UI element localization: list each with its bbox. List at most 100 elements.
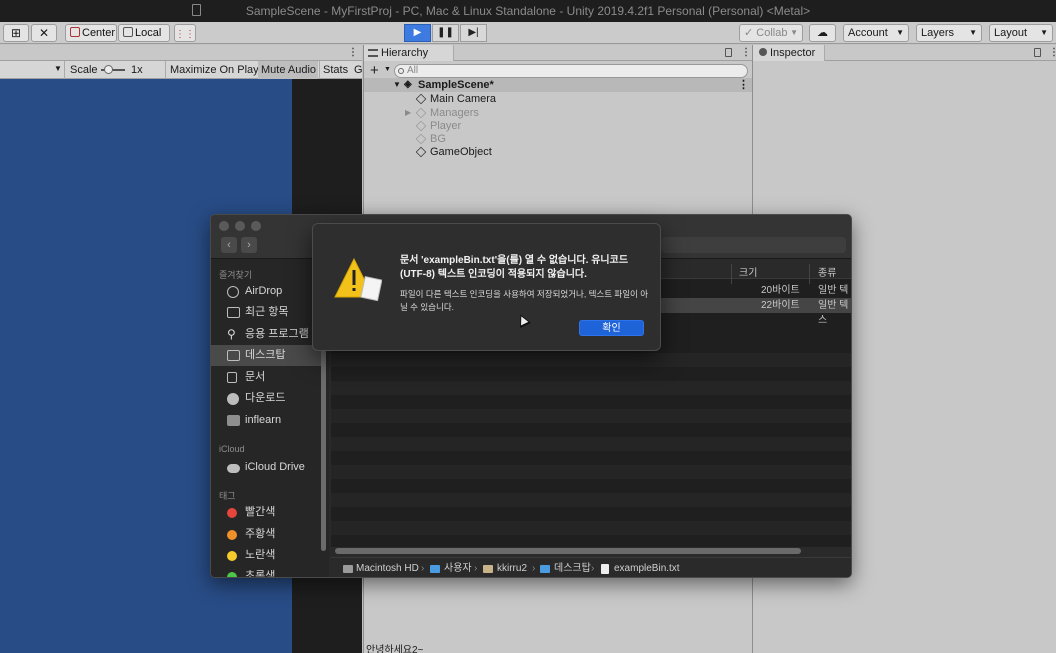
scale-value: 1x <box>131 64 143 76</box>
game-view-tabbar: ⋮ <box>0 45 362 61</box>
window-title-bar: SampleScene - MyFirstProj - PC, Mac & Li… <box>0 0 1056 22</box>
sidebar-item-documents[interactable]: 문서 <box>211 367 323 388</box>
account-dropdown[interactable]: Account ▼ <box>843 24 909 42</box>
sidebar-section-icloud: iCloud <box>219 444 245 454</box>
row-stripe <box>331 381 851 395</box>
sidebar-item-desktop[interactable]: 데스크탑 <box>211 345 323 366</box>
chevron-down-icon[interactable]: ▼ <box>384 66 391 73</box>
divider <box>64 61 65 79</box>
layers-dropdown[interactable]: Layers ▼ <box>916 24 982 42</box>
minimize-window-icon[interactable] <box>235 221 245 231</box>
sidebar-item-tag-red[interactable]: 빨간색 <box>211 502 323 523</box>
warning-icon <box>334 257 382 301</box>
path-segment[interactable]: 데스크탑 <box>554 558 591 577</box>
horizontal-scrollbar[interactable] <box>335 548 801 554</box>
info-icon <box>759 48 767 56</box>
chevron-down-icon: ▼ <box>1040 28 1048 37</box>
hierarchy-item[interactable]: GameObject <box>364 145 753 159</box>
document-icon <box>227 372 237 383</box>
file-icon <box>601 564 609 574</box>
close-window-icon[interactable] <box>219 221 229 231</box>
hierarchy-item[interactable]: BG <box>364 132 753 146</box>
pivot-center-button[interactable]: Center <box>65 24 117 42</box>
gameobject-icon <box>415 120 427 132</box>
row-stripe <box>331 353 851 367</box>
home-icon <box>483 565 493 573</box>
expand-arrow-icon[interactable]: ▼ <box>393 78 401 92</box>
chevron-right-icon: › <box>247 239 251 251</box>
mute-audio-toggle[interactable]: Mute Audio <box>261 64 316 76</box>
error-alert-dialog: 문서 'exampleBin.txt'을(를) 열 수 없습니다. 유니코드(U… <box>312 223 661 351</box>
chevron-right-icon: › <box>474 563 478 574</box>
stats-toggle[interactable]: Stats <box>323 64 348 76</box>
finder-search-input[interactable] <box>661 237 846 253</box>
path-segment[interactable]: Macintosh HD <box>356 558 419 577</box>
path-segment[interactable]: 사용자 <box>444 558 472 577</box>
custom-tool-button[interactable]: ✕ <box>31 24 57 42</box>
hierarchy-item[interactable]: ▶ Managers <box>364 106 753 120</box>
scene-row[interactable]: ▼ ◈ SampleScene* ⋮ <box>364 78 753 92</box>
sidebar-scrollbar[interactable] <box>321 319 326 551</box>
cloud-icon: ☁ <box>817 27 828 39</box>
maximize-on-play-toggle[interactable]: Maximize On Play <box>170 64 259 76</box>
more-options-icon[interactable]: ⋮ <box>1049 47 1056 58</box>
hierarchy-item[interactable]: Player <box>364 119 753 133</box>
applications-icon: ⚲ <box>227 327 236 341</box>
divider <box>319 61 320 79</box>
layout-dropdown[interactable]: Layout ▼ <box>989 24 1053 42</box>
folder-icon <box>227 415 240 426</box>
more-options-icon[interactable]: ⋮ <box>348 47 358 58</box>
chevron-right-icon: › <box>421 563 425 574</box>
row-stripe <box>331 521 851 535</box>
sidebar-item-icloud-drive[interactable]: iCloud Drive <box>211 457 323 478</box>
tag-dot-icon <box>227 572 237 577</box>
grid-snap-button[interactable]: ⋮⋮ <box>174 24 196 42</box>
sidebar-item-airdrop[interactable]: AirDrop <box>211 281 323 302</box>
sidebar-item-inflearn[interactable]: inflearn <box>211 410 323 431</box>
alert-message: 파일이 다른 텍스트 인코딩을 사용하여 저장되었거나, 텍스트 파일이 아닐 … <box>400 289 649 312</box>
scale-slider-knob[interactable] <box>104 65 113 74</box>
play-button[interactable]: ▶ <box>404 24 431 42</box>
hierarchy-item[interactable]: Main Camera <box>364 92 753 106</box>
tag-dot-icon <box>227 530 237 540</box>
cloud-icon <box>227 464 240 473</box>
ok-button[interactable]: 확인 <box>579 320 644 336</box>
scene-options-icon[interactable]: ⋮ <box>738 78 749 92</box>
pivot-local-button[interactable]: Local <box>118 24 170 42</box>
sidebar-item-recents[interactable]: 최근 항목 <box>211 302 323 323</box>
column-size[interactable]: 크기 <box>739 264 757 279</box>
sidebar-item-applications[interactable]: ⚲ 응용 프로그램 <box>211 324 323 345</box>
lock-icon[interactable] <box>1034 48 1041 57</box>
folder-icon <box>430 565 440 573</box>
tab-hierarchy[interactable]: Hierarchy <box>364 45 454 61</box>
lock-icon[interactable] <box>725 48 732 57</box>
column-kind[interactable]: 종류 <box>818 264 836 279</box>
hierarchy-search-input[interactable]: All <box>394 64 748 78</box>
pause-icon: ❚❚ <box>437 27 454 38</box>
path-segment[interactable]: exampleBin.txt <box>614 558 680 577</box>
expand-arrow-icon[interactable]: ▶ <box>405 106 411 120</box>
step-button[interactable]: ▶| <box>460 24 487 42</box>
row-stripe <box>331 465 851 479</box>
sidebar-item-tag-green[interactable]: 초록색 <box>211 566 323 577</box>
local-icon <box>123 27 133 37</box>
gizmos-toggle[interactable]: G <box>354 64 363 76</box>
collab-dropdown[interactable]: ✓ Collab ▼ <box>739 24 803 42</box>
more-options-icon[interactable]: ⋮ <box>741 47 751 58</box>
back-button[interactable]: ‹ <box>221 237 237 253</box>
sidebar-item-downloads[interactable]: 다운로드 <box>211 388 323 409</box>
mouse-cursor-icon <box>515 312 531 328</box>
display-dropdown-arrow[interactable]: ▼ <box>54 64 62 73</box>
gameobject-icon <box>415 107 427 119</box>
chevron-down-icon: ▼ <box>790 28 798 37</box>
zoom-window-icon[interactable] <box>251 221 261 231</box>
pause-button[interactable]: ❚❚ <box>432 24 459 42</box>
forward-button[interactable]: › <box>241 237 257 253</box>
sidebar-item-tag-yellow[interactable]: 노란색 <box>211 545 323 566</box>
add-object-button[interactable]: + <box>370 62 379 79</box>
sidebar-item-tag-orange[interactable]: 주황색 <box>211 524 323 545</box>
rect-tool-button[interactable]: ⊞ <box>3 24 29 42</box>
tab-inspector[interactable]: Inspector <box>753 45 825 61</box>
path-segment[interactable]: kkirru2 <box>497 558 527 577</box>
cloud-button[interactable]: ☁ <box>809 24 836 42</box>
